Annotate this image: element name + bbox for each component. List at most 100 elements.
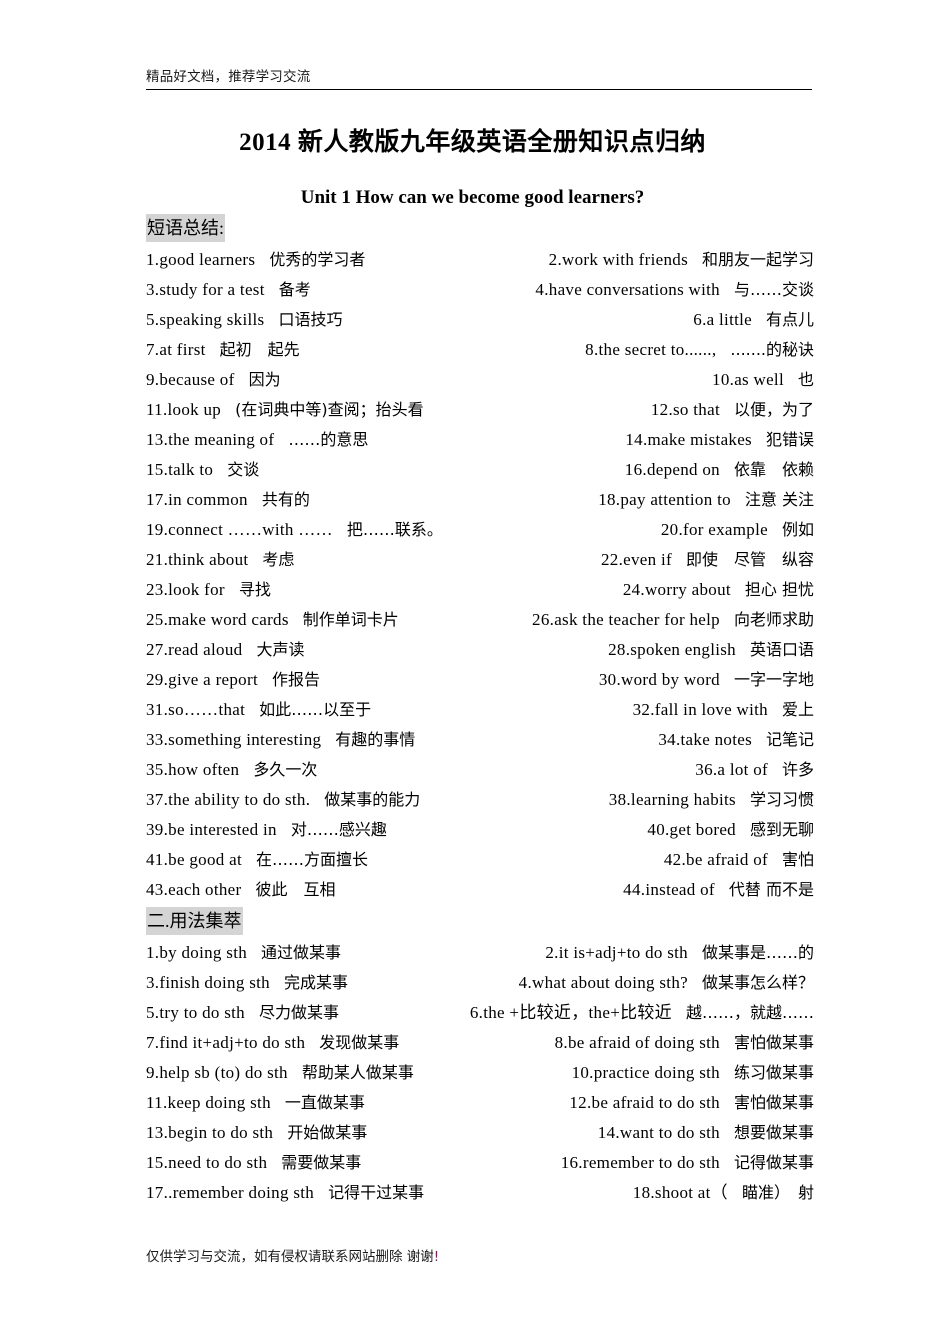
phrase-entry: 9. help sb (to) do sth 帮助某人做某事: [146, 1058, 414, 1088]
entry-english: good learners: [159, 250, 256, 269]
entry-chinese: 把……联系。: [346, 520, 443, 539]
entry-english: be afraid to do sth: [591, 1093, 720, 1112]
entry-number: 24.: [622, 580, 645, 599]
entry-chinese: 学习习惯: [749, 790, 814, 809]
phrase-entry: 16. remember to do sth 记得做某事: [561, 1148, 814, 1178]
running-header-text: 精品好文档，推荐学习交流: [146, 69, 311, 85]
entry-chinese: 尽力做某事: [258, 1003, 339, 1022]
entry-chinese: 向老师求助: [733, 610, 814, 629]
phrase-row: 11. keep doing sth 一直做某事 12. be afraid to do…: [146, 1088, 814, 1118]
phrase-row: 17. in common 共有的 18. pay attention to 注意 关注: [146, 485, 814, 515]
entry-chinese: 例如: [781, 520, 814, 539]
entry-chinese: 优秀的学习者: [269, 250, 366, 269]
phrase-row: 31. so……that 如此……以至于 32. fall in love with 爱上: [146, 695, 814, 725]
phrase-row: 23. look for 寻找 24. worry about 担心 担忧: [146, 575, 814, 605]
phrase-entry: 22. even if 即使 尽管 纵容: [601, 545, 814, 575]
entry-number: 16.: [624, 460, 647, 479]
entry-english: what about doing sth?: [532, 973, 688, 992]
entry-english: be afraid of: [686, 850, 768, 869]
entry-chinese: (在词典中等)查阅；抬头看: [235, 400, 424, 419]
phrase-row: 19. connect ……with …… 把……联系。 20. for example…: [146, 515, 814, 545]
entry-english: keep doing sth: [167, 1093, 271, 1112]
entry-chinese: 通过做某事: [261, 943, 342, 962]
entry-english: speaking skills: [159, 310, 265, 329]
phrase-entry: 14. make mistakes 犯错误: [625, 425, 814, 455]
entry-english: learning habits: [630, 790, 736, 809]
phrase-row: 27. read aloud 大声读 28. spoken english 英语口语: [146, 635, 814, 665]
entry-english: want to do sth: [619, 1123, 720, 1142]
entry-english: think about: [168, 550, 249, 569]
entry-number: 25.: [146, 610, 169, 629]
entry-english: the +比较近，the+比较近: [483, 1003, 672, 1022]
phrase-row: 3. study for a test 备考 4. have conversations…: [146, 275, 814, 305]
entry-number: 10.: [712, 370, 735, 389]
entry-chinese: 在……方面擅长: [255, 850, 368, 869]
entry-chinese: 瞄准） 射: [741, 1183, 814, 1202]
entry-number: 3.: [146, 280, 160, 299]
entry-english: a little: [706, 310, 752, 329]
entry-chinese: 一字一字地: [733, 670, 814, 689]
phrase-entry: 2. it is+adj+to do sth 做某事是……的: [545, 938, 814, 968]
phrase-entry: 37. the ability to do sth. 做某事的能力: [146, 785, 420, 815]
phrase-row: 9. help sb (to) do sth 帮助某人做某事 10. practice …: [146, 1058, 814, 1088]
document-page: 精品好文档，推荐学习交流 2014 新人教版九年级英语全册知识点归纳 Unit …: [0, 0, 945, 1337]
entry-english: the meaning of: [168, 430, 275, 449]
entry-chinese: 一直做某事: [284, 1093, 365, 1112]
document-footer: 仅供学习与交流，如有侵权请联系网站删除 谢谢!: [146, 1248, 439, 1266]
entry-english: because of: [159, 370, 235, 389]
phrase-entry: 25. make word cards 制作单词卡片: [146, 605, 399, 635]
entry-number: 3.: [146, 973, 160, 992]
entry-chinese: 有点儿: [765, 310, 814, 329]
entry-english: give a report: [168, 670, 258, 689]
entry-number: 43.: [146, 880, 169, 899]
phrase-row: 5. speaking skills 口语技巧 6. a little 有点儿: [146, 305, 814, 335]
phrase-entry: 3. finish doing sth 完成某事: [146, 968, 348, 998]
entry-number: 39.: [146, 820, 169, 839]
phrase-entry: 9. because of 因为: [146, 365, 281, 395]
phrase-row: 25. make word cards 制作单词卡片 26. ask the teach…: [146, 605, 814, 635]
phrase-entry: 3. study for a test 备考: [146, 275, 311, 305]
phrase-entry: 1. good learners 优秀的学习者: [146, 245, 365, 275]
entry-chinese: 记笔记: [765, 730, 814, 749]
entry-chinese: 犯错误: [765, 430, 814, 449]
entry-chinese: 许多: [781, 760, 814, 779]
entry-number: 19.: [146, 520, 169, 539]
phrase-row: 43. each other 彼此 互相 44. instead of 代替 而不是: [146, 875, 814, 905]
entry-english: begin to do sth: [168, 1123, 274, 1142]
phrase-entry: 21. think about 考虑: [146, 545, 294, 575]
phrase-entry: 11. look up (在词典中等)查阅；抬头看: [146, 395, 424, 425]
entry-number: 29.: [146, 670, 169, 689]
entry-chinese: 共有的: [261, 490, 310, 509]
entry-number: 7.: [146, 1033, 160, 1052]
phrase-entry: 29. give a report 作报告: [146, 665, 320, 695]
entry-chinese: 也: [797, 370, 814, 389]
entry-chinese: 考虑: [262, 550, 295, 569]
phrase-entry: 39. be interested in 对……感兴趣: [146, 815, 387, 845]
entry-chinese: 做某事的能力: [324, 790, 421, 809]
entry-number: 6.: [693, 310, 707, 329]
phrase-row: 1. by doing sth 通过做某事 2. it is+adj+to do st…: [146, 938, 814, 968]
entry-english: talk to: [168, 460, 214, 479]
entry-chinese: 寻找: [238, 580, 271, 599]
phrase-entry: 27. read aloud 大声读: [146, 635, 304, 665]
phrase-entry: 5. speaking skills 口语技巧: [146, 305, 342, 335]
phrase-row: 35. how often 多久一次 36. a lot of 许多: [146, 755, 814, 785]
entry-english: depend on: [646, 460, 720, 479]
phrase-row: 5. try to do sth 尽力做某事 6. the +比较近，the+比较近 越……: [146, 998, 814, 1028]
entry-chinese: 多久一次: [253, 760, 318, 779]
entry-chinese: 制作单词卡片: [302, 610, 399, 629]
entry-english: the secret to......,: [598, 340, 717, 359]
entry-english: fall in love with: [654, 700, 768, 719]
entry-number: 5.: [146, 310, 160, 329]
phrase-row: 15. need to do sth 需要做某事 16. remember to do …: [146, 1148, 814, 1178]
phrase-row: 13. begin to do sth 开始做某事 14. want to do sth…: [146, 1118, 814, 1148]
phrase-entry: 11. keep doing sth 一直做某事: [146, 1088, 365, 1118]
entry-number: 9.: [146, 1063, 160, 1082]
entry-chinese: 做某事是……的: [701, 943, 814, 962]
entry-number: 28.: [608, 640, 631, 659]
phrase-entry: 38. learning habits 学习习惯: [609, 785, 814, 815]
entry-number: 5.: [146, 1003, 160, 1022]
entry-number: 40.: [647, 820, 670, 839]
entry-number: 17.: [146, 1183, 169, 1202]
phrase-row: 29. give a report 作报告 30. word by word 一字一字地: [146, 665, 814, 695]
